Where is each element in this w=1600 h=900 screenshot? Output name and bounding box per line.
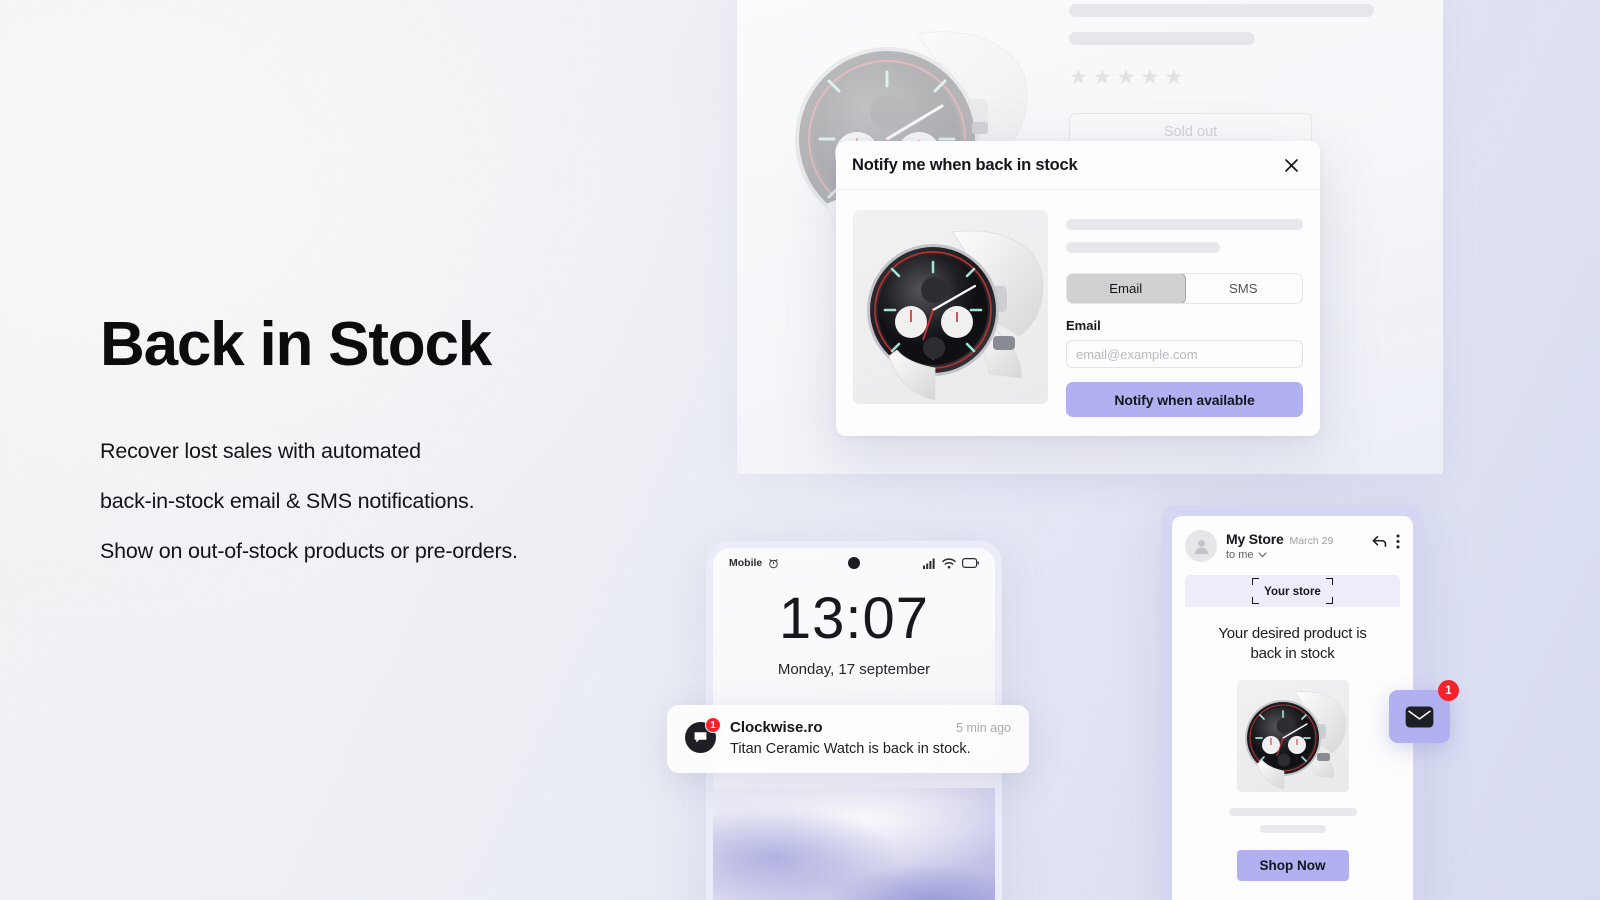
hero-line: back-in-stock email & SMS notifications.	[100, 488, 475, 513]
shop-now-button[interactable]: Shop Now	[1236, 849, 1349, 881]
modal-form-column: Email SMS Email email@example.com Notify…	[1066, 210, 1303, 417]
watch-illustration	[867, 230, 1044, 401]
hero-copy: Back in Stock Recover lost sales with au…	[100, 312, 720, 563]
notify-when-available-button[interactable]: Notify when available	[1066, 382, 1303, 417]
kebab-menu-icon[interactable]	[1396, 534, 1400, 549]
star-icon: ★	[1069, 66, 1088, 89]
email-actions	[1372, 530, 1400, 549]
lockscreen-clock: 13:07	[778, 586, 930, 651]
alarm-clock-icon	[769, 558, 778, 568]
product-title-placeholder	[1069, 4, 1374, 17]
email-store-logo-band: Your store	[1185, 575, 1400, 607]
wifi-icon	[942, 557, 956, 568]
bracket-corner	[1325, 597, 1333, 604]
email-sender-name: My Store	[1226, 531, 1284, 547]
close-x-glyph	[1284, 158, 1298, 172]
star-icon: ★	[1164, 66, 1184, 89]
phone-status-bar: Mobile	[713, 548, 995, 578]
hero-line: Recover lost sales with automated	[100, 439, 421, 464]
avatar	[1185, 530, 1217, 562]
chevron-down-icon[interactable]	[1257, 552, 1267, 558]
modal-body: Email SMS Email email@example.com Notify…	[836, 190, 1320, 417]
store-logo-label: Your store	[1264, 586, 1321, 598]
email-client-screen: My Store March 29 to me Your store Your …	[1172, 516, 1413, 900]
email-text-placeholder	[1259, 824, 1326, 833]
phone-mockup: Mobile 13:07 Monday, 17 september 1 Cloc…	[667, 541, 1029, 900]
tab-email[interactable]: Email	[1067, 274, 1186, 303]
envelope-widget[interactable]: 1	[1389, 680, 1459, 743]
chat-bubble-glyph	[694, 732, 707, 743]
close-icon[interactable]	[1278, 152, 1304, 178]
email-mockup: My Store March 29 to me Your store Your …	[1161, 505, 1424, 900]
email-header: My Store March 29 to me	[1185, 530, 1400, 562]
tab-sms[interactable]: SMS	[1185, 274, 1303, 303]
email-headline-line: back in stock	[1250, 645, 1335, 663]
lockscreen-date: Monday, 17 september	[777, 661, 931, 678]
phone-wallpaper	[713, 788, 995, 900]
modal-subtitle-placeholder	[1066, 242, 1221, 253]
email-product-image	[1236, 679, 1349, 792]
email-body-placeholders	[1185, 807, 1400, 833]
notification-badge: 1	[705, 717, 721, 733]
bracket-corner	[1252, 597, 1260, 604]
back-in-stock-modal: Notify me when back in stock Email SMS E…	[836, 141, 1320, 436]
page-title: Back in Stock	[100, 310, 492, 379]
watch-illustration	[1244, 690, 1346, 789]
star-icon: ★	[1092, 66, 1112, 89]
envelope-icon	[1405, 705, 1434, 728]
person-avatar-icon	[1194, 539, 1208, 554]
modal-header: Notify me when back in stock	[836, 141, 1320, 190]
bracket-corner	[1325, 578, 1333, 585]
notification-content: Clockwise.ro 5 min ago Titan Ceramic Wat…	[730, 719, 1011, 757]
channel-tabs: Email SMS	[1066, 273, 1303, 304]
modal-title: Notify me when back in stock	[852, 155, 1078, 174]
email-input[interactable]: email@example.com	[1066, 340, 1303, 368]
bracket-corner	[1252, 578, 1260, 585]
modal-title-placeholder	[1066, 219, 1303, 230]
email-date: March 29	[1289, 535, 1334, 547]
signal-bars-icon	[923, 558, 935, 569]
email-headline: Your desired product is back in stock	[1185, 624, 1400, 665]
hero-line: Show on out-of-stock products or pre-ord…	[100, 538, 518, 563]
camera-punch-hole	[848, 557, 860, 569]
carrier-label: Mobile	[729, 557, 763, 569]
notification-message: Titan Ceramic Watch is back in stock.	[730, 741, 971, 757]
store-logo-placeholder: Your store	[1252, 578, 1333, 604]
envelope-badge: 1	[1438, 680, 1459, 701]
email-field-label: Email	[1066, 318, 1101, 333]
push-notification-card[interactable]: 1 Clockwise.ro 5 min ago Titan Ceramic W…	[667, 705, 1029, 773]
notification-timestamp: 5 min ago	[956, 721, 1011, 735]
notification-app-icon-wrap: 1	[685, 717, 721, 753]
battery-icon	[962, 558, 979, 568]
notification-app-name: Clockwise.ro	[730, 719, 823, 736]
star-icon: ★	[1140, 66, 1160, 89]
modal-product-image	[853, 210, 1048, 404]
email-sender-block: My Store March 29 to me	[1226, 530, 1363, 561]
rating-stars: ★ ★ ★ ★ ★	[1069, 67, 1419, 88]
email-recipient: to me	[1226, 549, 1254, 561]
email-headline-line: Your desired product is	[1218, 625, 1367, 642]
hero-description: Recover lost sales with automated back-i…	[100, 439, 720, 563]
reply-arrow-icon[interactable]	[1372, 535, 1387, 548]
email-text-placeholder	[1228, 807, 1357, 816]
product-price-placeholder	[1069, 32, 1255, 45]
star-icon: ★	[1116, 66, 1136, 89]
